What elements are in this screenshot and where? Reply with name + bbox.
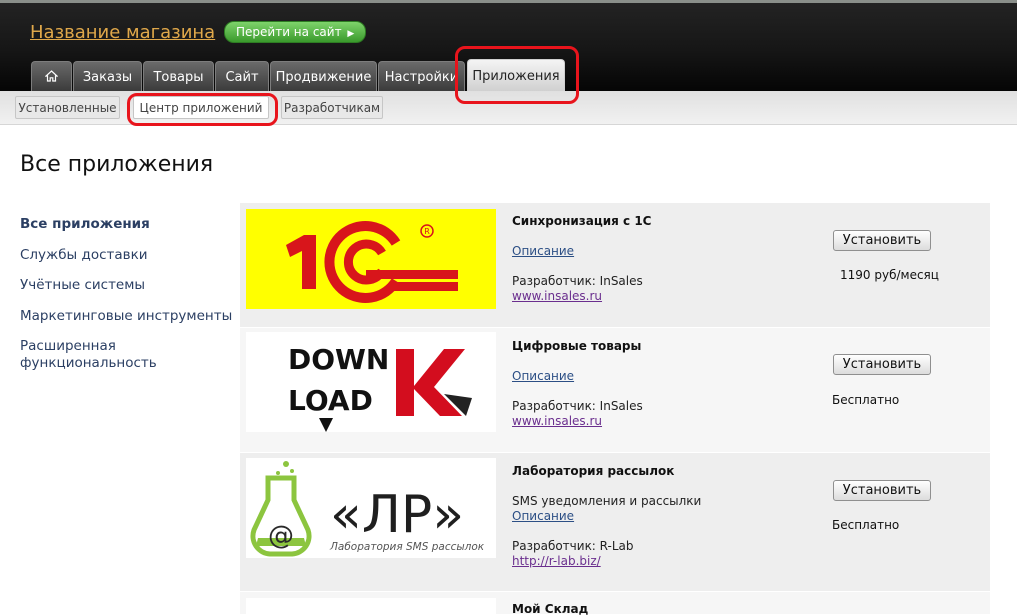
- app-description-link[interactable]: Описание: [512, 244, 574, 258]
- subtab-developers[interactable]: Разработчикам: [281, 96, 383, 119]
- app-card-moy-sklad: Мой Склад: [240, 592, 990, 616]
- category-extended[interactable]: Расширенная функциональность: [20, 338, 220, 372]
- tab-products[interactable]: Товары: [143, 61, 214, 91]
- app-logo-moy-sklad: [246, 598, 496, 614]
- category-all-apps[interactable]: Все приложения: [20, 216, 150, 233]
- app-developer-url[interactable]: www.insales.ru: [512, 289, 602, 303]
- app-logo-1c: R: [246, 209, 496, 309]
- install-button[interactable]: Установить: [833, 230, 931, 251]
- app-price: Бесплатно: [832, 518, 900, 532]
- tab-label: Товары: [153, 70, 204, 85]
- 1c-logo-graphic: R: [246, 209, 496, 309]
- app-card-mailing-lab: @ «ЛР» Лаборатория SMS рассылок Лаборато…: [240, 453, 990, 591]
- app-description-link[interactable]: Описание: [512, 509, 574, 523]
- logo-text-lr: «ЛР»: [330, 485, 464, 545]
- install-button[interactable]: Установить: [833, 480, 931, 501]
- play-arrow-icon: ▶: [347, 29, 355, 39]
- app-price: Бесплатно: [832, 393, 900, 407]
- download-logo-graphic: DOWN LOAD: [288, 343, 472, 432]
- app-developer: Разработчик: InSales: [512, 399, 643, 413]
- tab-promotion[interactable]: Продвижение: [270, 61, 377, 91]
- app-developer: Разработчик: InSales: [512, 274, 643, 288]
- app-developer-url[interactable]: http://r-lab.biz/: [512, 554, 601, 568]
- install-button[interactable]: Установить: [833, 354, 931, 375]
- logo-text-load: LOAD: [288, 384, 373, 417]
- header-topline: [0, 0, 1017, 3]
- app-title: Цифровые товары: [512, 339, 642, 353]
- tab-label: Заказы: [82, 70, 133, 85]
- tab-settings[interactable]: Настройки: [378, 61, 465, 91]
- logo-caption: Лаборатория SMS рассылок: [329, 541, 485, 553]
- visit-site-label: Перейти на сайт: [236, 25, 342, 39]
- page-title: Все приложения: [20, 152, 214, 177]
- app-developer: Разработчик: R-Lab: [512, 539, 634, 553]
- category-accounting[interactable]: Учётные системы: [20, 277, 145, 294]
- logo-at-sign: @: [268, 521, 294, 551]
- tab-label: Продвижение: [275, 70, 372, 85]
- category-marketing[interactable]: Маркетинговые инструменты: [20, 308, 232, 325]
- annotation-ring-applications: [455, 46, 579, 104]
- app-subtitle: SMS уведомления и рассылки: [512, 494, 702, 508]
- svg-text:R: R: [424, 227, 430, 236]
- tab-label: Настройки: [384, 70, 459, 85]
- app-title: Лаборатория рассылок: [512, 464, 675, 478]
- tab-orders[interactable]: Заказы: [73, 61, 142, 91]
- app-developer-url[interactable]: www.insales.ru: [512, 414, 602, 428]
- app-card-1c: R Синхронизация с 1С Описание Разработчи…: [240, 203, 990, 327]
- app-description-link[interactable]: Описание: [512, 369, 574, 383]
- visit-site-button[interactable]: Перейти на сайт ▶: [224, 21, 367, 43]
- shop-name-link[interactable]: Название магазина: [30, 22, 215, 43]
- subtab-label: Разработчикам: [283, 101, 381, 115]
- lr-logo-graphic: @ «ЛР» Лаборатория SMS рассылок: [250, 461, 485, 557]
- app-card-digital-goods: DOWN LOAD Цифровые товары Описание Разра…: [240, 328, 990, 452]
- annotation-ring-app-center: [127, 93, 278, 126]
- category-delivery[interactable]: Службы доставки: [20, 247, 148, 264]
- subtab-label: Установленные: [18, 101, 117, 115]
- app-price: 1190 руб/месяц: [840, 268, 939, 282]
- subtab-installed[interactable]: Установленные: [15, 96, 120, 119]
- app-logo-download: DOWN LOAD: [246, 332, 496, 432]
- home-icon: [44, 70, 59, 82]
- app-title: Синхронизация с 1С: [512, 214, 652, 228]
- tab-label: Сайт: [225, 70, 259, 85]
- logo-text-down: DOWN: [288, 343, 389, 376]
- app-logo-lr: @ «ЛР» Лаборатория SMS рассылок: [246, 458, 496, 558]
- tab-home[interactable]: [31, 61, 72, 91]
- tab-site[interactable]: Сайт: [215, 61, 269, 91]
